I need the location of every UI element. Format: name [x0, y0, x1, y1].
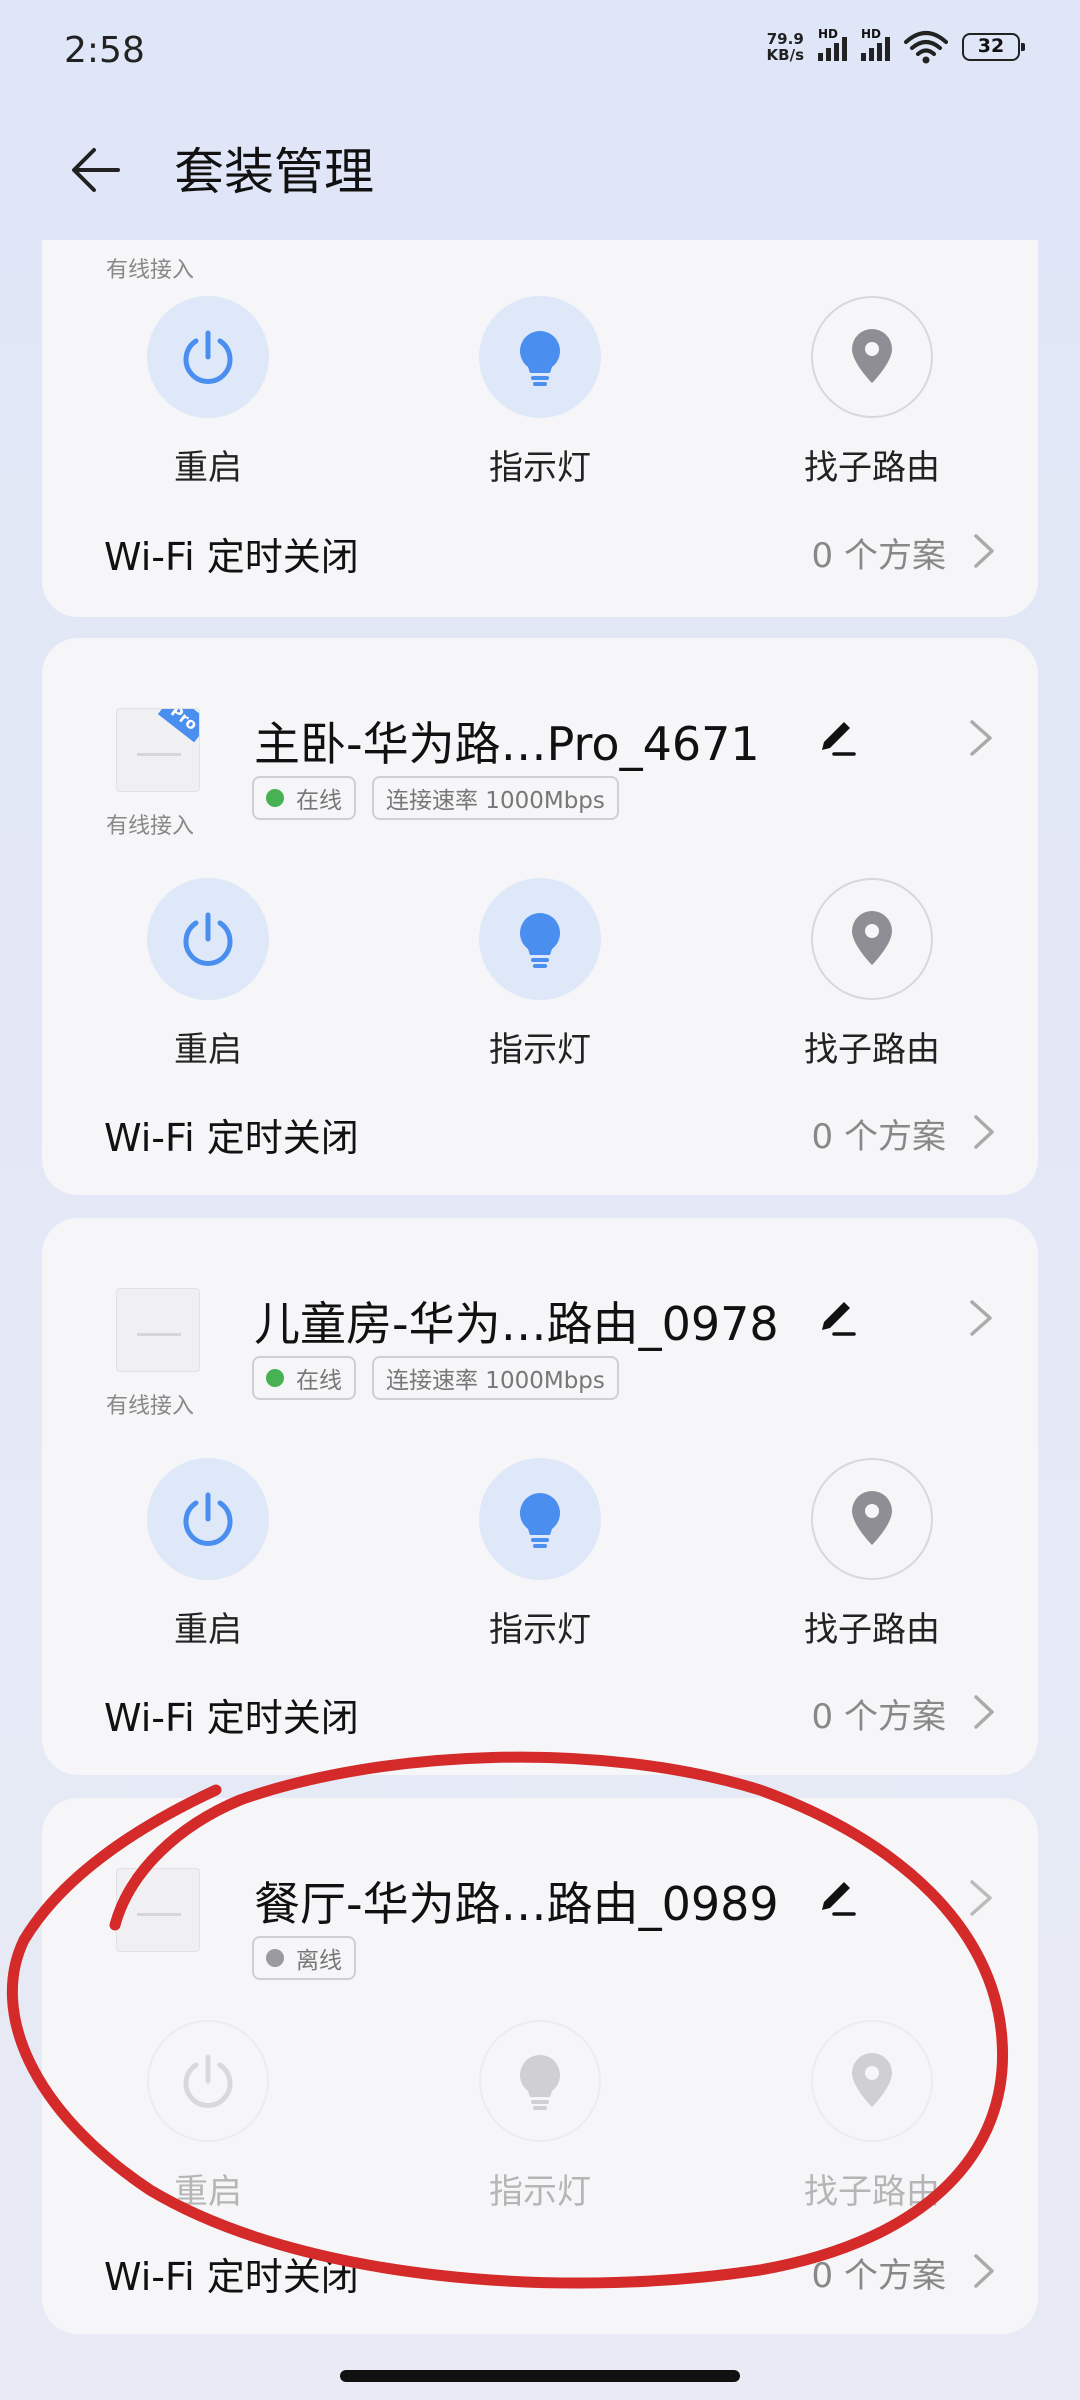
link-rate-badge: 连接速率 1000Mbps: [372, 1356, 619, 1400]
app-header: 套装管理: [0, 120, 1080, 220]
wired-label: 有线接入: [106, 1394, 195, 1419]
wifi-schedule-row[interactable]: Wi-Fi 定时关闭 0 个方案: [42, 1671, 1038, 1751]
power-icon: [183, 1492, 233, 1546]
wifi-schedule-row[interactable]: Wi-Fi 定时关闭 0 个方案: [42, 510, 1038, 590]
router-thumbnail: Pro: [116, 708, 200, 792]
status-tags: 在线 连接速率 1000Mbps: [252, 1356, 619, 1400]
sim2-signal-icon: HD: [861, 27, 890, 61]
status-tags: 离线: [252, 1936, 356, 1980]
page-title: 套装管理: [174, 143, 374, 201]
restart-button[interactable]: 重启: [108, 296, 308, 488]
find-sub-router-button[interactable]: 找子路由: [772, 878, 972, 1070]
find-sub-router-button[interactable]: 找子路由: [772, 1458, 972, 1650]
router-thumbnail: [116, 1288, 200, 1372]
device-name: 儿童房-华为…路由_0978: [254, 1297, 779, 1351]
device-card: 有线接入 儿童房-华为…路由_0978 在线 连接速率 1000Mbps 重启 …: [42, 1218, 1038, 1775]
chevron-right-icon[interactable]: [966, 1298, 996, 1338]
offline-dot-icon: [266, 1949, 284, 1967]
pencil-edit-icon[interactable]: [814, 714, 858, 758]
wifi-schedule-row[interactable]: Wi-Fi 定时关闭 0 个方案: [42, 2230, 1038, 2310]
find-sub-router-button[interactable]: 找子路由: [772, 2020, 972, 2212]
device-list[interactable]: 有线接入 重启 指示灯 找子路由 Wi-Fi 定时关闭 0 个方案 Pro 有线…: [0, 240, 1080, 2350]
device-card: Pro 有线接入 主卧-华为路…Pro_4671 在线 连接速率 1000Mbp…: [42, 638, 1038, 1195]
chevron-right-icon: [974, 534, 994, 568]
location-pin-icon: [852, 329, 892, 383]
device-header[interactable]: Pro 有线接入 主卧-华为路…Pro_4671 在线 连接速率 1000Mbp…: [42, 638, 1038, 839]
wifi-schedule-row[interactable]: Wi-Fi 定时关闭 0 个方案: [42, 1091, 1038, 1171]
sim1-signal-icon: HD: [818, 27, 847, 61]
restart-button[interactable]: 重启: [108, 1458, 308, 1650]
restart-button[interactable]: 重启: [108, 878, 308, 1070]
bulb-icon: [520, 1493, 560, 1548]
bulb-icon: [520, 331, 560, 386]
action-row: 重启 指示灯 找子路由: [42, 1458, 1038, 1650]
chevron-right-icon: [974, 1115, 994, 1149]
device-card: 餐厅-华为路…路由_0989 离线 重启 指示灯 找子路由 Wi-Fi 定时关闭…: [42, 1798, 1038, 2334]
action-row: 重启 指示灯 找子路由: [42, 2020, 1038, 2212]
chevron-right-icon[interactable]: [966, 718, 996, 758]
pencil-edit-icon[interactable]: [814, 1294, 858, 1338]
bulb-icon: [520, 2055, 560, 2110]
chevron-right-icon: [974, 1695, 994, 1729]
link-rate-badge: 连接速率 1000Mbps: [372, 776, 619, 820]
indicator-light-button[interactable]: 指示灯: [440, 2020, 640, 2212]
indicator-light-button[interactable]: 指示灯: [440, 296, 640, 488]
device-header[interactable]: 餐厅-华为路…路由_0989 离线: [42, 1798, 1038, 1998]
device-card: 有线接入 重启 指示灯 找子路由 Wi-Fi 定时关闭 0 个方案: [42, 240, 1038, 617]
wired-label: 有线接入: [106, 814, 195, 839]
status-time: 2:58: [64, 30, 145, 71]
status-badge: 离线: [252, 1936, 356, 1980]
status-bar: 2:58 79.9 KB/s HD HD 32: [0, 0, 1080, 110]
status-tags: 在线 连接速率 1000Mbps: [252, 776, 619, 820]
network-speed: 79.9 KB/s: [766, 30, 804, 64]
online-dot-icon: [266, 1369, 284, 1387]
status-icons: 79.9 KB/s HD HD 32: [766, 27, 1025, 64]
location-pin-icon: [852, 1491, 892, 1545]
online-dot-icon: [266, 789, 284, 807]
device-name: 餐厅-华为路…路由_0989: [254, 1877, 779, 1931]
status-badge: 在线: [252, 776, 356, 820]
status-badge: 在线: [252, 1356, 356, 1400]
router-thumbnail: [116, 1868, 200, 1952]
wifi-icon: [904, 31, 948, 64]
home-indicator[interactable]: [340, 2370, 740, 2382]
indicator-light-button[interactable]: 指示灯: [440, 1458, 640, 1650]
battery-icon: 32: [962, 33, 1025, 61]
bulb-icon: [520, 913, 560, 968]
pencil-edit-icon[interactable]: [814, 1874, 858, 1918]
action-row: 重启 指示灯 找子路由: [42, 296, 1038, 488]
location-pin-icon: [852, 911, 892, 965]
restart-button[interactable]: 重启: [108, 2020, 308, 2212]
chevron-right-icon[interactable]: [966, 1878, 996, 1918]
action-row: 重启 指示灯 找子路由: [42, 878, 1038, 1070]
find-sub-router-button[interactable]: 找子路由: [772, 296, 972, 488]
wired-label: 有线接入: [106, 258, 195, 283]
power-icon: [183, 330, 233, 384]
indicator-light-button[interactable]: 指示灯: [440, 878, 640, 1070]
arrow-left-icon[interactable]: [66, 140, 126, 200]
chevron-right-icon: [974, 2254, 994, 2288]
device-header[interactable]: 有线接入 儿童房-华为…路由_0978 在线 连接速率 1000Mbps: [42, 1218, 1038, 1419]
location-pin-icon: [852, 2053, 892, 2107]
power-icon: [183, 912, 233, 966]
power-icon: [183, 2054, 233, 2108]
device-name: 主卧-华为路…Pro_4671: [254, 717, 760, 771]
